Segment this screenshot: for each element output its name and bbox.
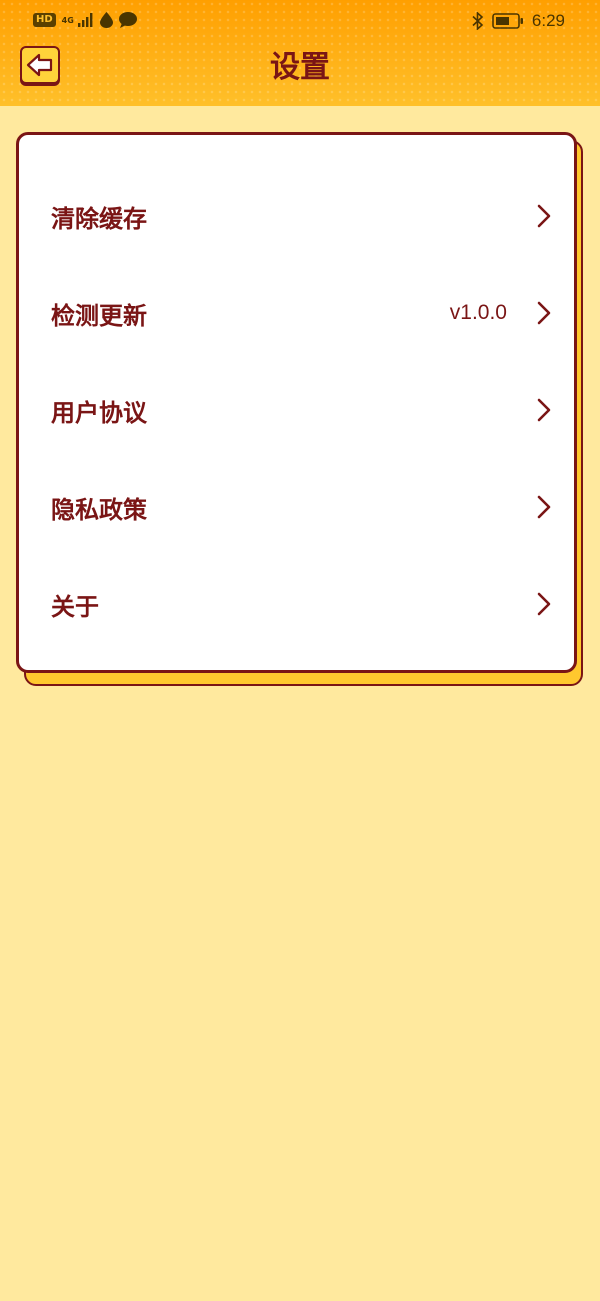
menu-item-label: 隐私政策 [51, 495, 147, 524]
menu-item-label: 清除缓存 [51, 204, 147, 233]
signal-icon [77, 13, 93, 27]
status-bar: HD 4G 6:29 [0, 0, 600, 44]
battery-icon [492, 13, 523, 29]
menu-item-check-update[interactable]: 检测更新 v1.0.0 [19, 277, 574, 349]
bluetooth-icon [472, 12, 484, 30]
chat-bubble-icon [118, 12, 137, 28]
app-header: HD 4G 6:29 设置 [0, 0, 600, 106]
status-bar-left: HD 4G [33, 12, 137, 28]
status-time: 6:29 [531, 11, 565, 30]
menu-item-user-agreement[interactable]: 用户协议 [19, 374, 574, 446]
hd-badge: HD [33, 13, 56, 27]
settings-card: 清除缓存 检测更新 v1.0.0 用户协议 隐私政策 关于 [16, 132, 577, 673]
water-drop-icon [99, 12, 113, 28]
version-value: v1.0.0 [449, 301, 507, 324]
chevron-right-icon [537, 398, 551, 422]
menu-item-label: 检测更新 [51, 301, 147, 330]
status-bar-right: 6:29 [472, 11, 565, 31]
chevron-right-icon [537, 495, 551, 519]
menu-item-privacy-policy[interactable]: 隐私政策 [19, 471, 574, 543]
chevron-right-icon [537, 301, 551, 325]
chevron-right-icon [537, 204, 551, 228]
menu-item-label: 关于 [51, 592, 99, 621]
page-title: 设置 [270, 50, 330, 85]
menu-item-clear-cache[interactable]: 清除缓存 [19, 180, 574, 252]
chevron-right-icon [537, 592, 551, 616]
network-type-label: 4G [61, 15, 74, 25]
menu-item-label: 用户协议 [51, 398, 147, 427]
menu-item-about[interactable]: 关于 [19, 568, 574, 640]
